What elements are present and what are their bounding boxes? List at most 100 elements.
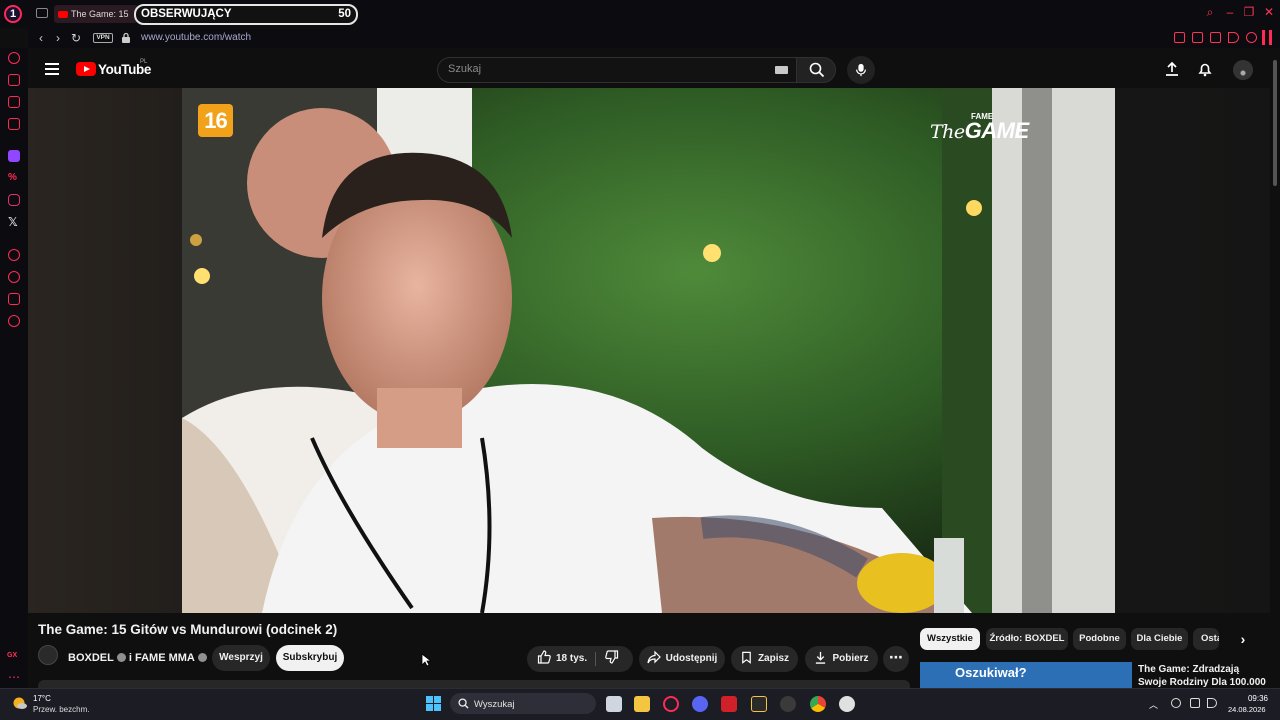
sidebar-more-icon[interactable]: ⋯	[8, 670, 20, 684]
back-icon[interactable]: ‹	[35, 31, 47, 45]
weather-description[interactable]: Przew. bezchm.	[33, 705, 89, 714]
like-divider	[595, 652, 596, 666]
search-tabs-icon[interactable]: ⌕	[1204, 6, 1216, 18]
clock-date[interactable]: 24.08.2026	[1228, 705, 1266, 714]
network-icon[interactable]	[1190, 698, 1200, 708]
youtube-logo-icon[interactable]	[76, 62, 96, 76]
discount-icon[interactable]: %	[8, 172, 17, 183]
notifications-bell-icon[interactable]	[1197, 61, 1213, 77]
the-game-overlay-logo: TheGAME	[930, 118, 1029, 143]
download-icon	[816, 651, 826, 664]
url-field[interactable]: www.youtube.com/watch	[141, 32, 251, 43]
browser-tab[interactable]: The Game: 15	[54, 5, 138, 23]
speed-dial-icon[interactable]	[8, 52, 20, 64]
microphone-icon	[856, 63, 866, 77]
tab-island-icon[interactable]	[36, 8, 48, 18]
restore-button[interactable]: ❐	[1243, 6, 1255, 18]
settings-gear-icon[interactable]	[8, 315, 20, 327]
voice-search-button[interactable]	[847, 56, 875, 84]
volume-icon[interactable]	[1207, 698, 1217, 708]
snapshot-icon[interactable]	[1192, 32, 1203, 43]
close-button[interactable]: ✕	[1263, 6, 1275, 18]
twitch-icon[interactable]	[8, 150, 20, 162]
video-frame[interactable]	[182, 88, 1115, 613]
history-icon[interactable]	[8, 271, 20, 283]
scrollbar-thumb[interactable]	[1273, 60, 1277, 186]
gx-corner-icon[interactable]	[8, 96, 20, 108]
red-app-icon[interactable]	[721, 696, 737, 712]
taskbar-search-box[interactable]	[450, 693, 596, 714]
description-box[interactable]	[38, 680, 910, 688]
extensions-icon[interactable]	[8, 293, 20, 305]
download-button[interactable]: Pobierz	[805, 646, 878, 672]
verified-badge-icon	[197, 653, 207, 662]
search-icon	[809, 62, 825, 78]
channel-avatar[interactable]	[38, 645, 58, 665]
subscribe-button[interactable]: Subskrybuj	[276, 645, 344, 671]
pin-icon[interactable]	[1174, 32, 1185, 43]
chevron-right-icon[interactable]: ›	[1236, 632, 1250, 646]
channel-connector: i	[128, 652, 132, 664]
taskbar-search-label: Wyszukaj	[474, 699, 515, 710]
file-explorer-icon[interactable]	[634, 696, 650, 712]
discord-icon[interactable]	[692, 696, 708, 712]
chrome-icon[interactable]	[810, 696, 826, 712]
search-button[interactable]	[796, 57, 836, 83]
menu-hamburger-icon[interactable]	[45, 63, 59, 75]
thumbs-down-icon	[605, 650, 619, 664]
video-scene-image	[182, 88, 1115, 613]
save-button[interactable]: Zapisz	[731, 646, 798, 672]
like-button[interactable]: 18 tys.	[537, 646, 587, 672]
channel-name-secondary[interactable]: FAME MMA	[135, 652, 195, 664]
chip-recent[interactable]: Ostat	[1193, 628, 1219, 650]
instagram-icon[interactable]	[8, 194, 20, 206]
vpn-badge[interactable]: VPN	[93, 33, 113, 43]
windows-start-icon[interactable]	[426, 696, 441, 711]
shield-icon[interactable]	[1210, 32, 1221, 43]
heart-icon[interactable]	[1246, 32, 1257, 43]
thumbs-up-icon	[537, 650, 551, 664]
weather-temperature[interactable]: 17°C	[33, 694, 51, 703]
account-avatar[interactable]	[1233, 60, 1253, 80]
task-view-icon[interactable]	[606, 696, 622, 712]
x-twitter-icon[interactable]: 𝕏	[8, 215, 18, 229]
channel-name-primary[interactable]: BOXDEL	[68, 652, 114, 664]
upload-icon[interactable]	[1164, 61, 1180, 77]
ball-app-icon[interactable]	[839, 696, 855, 712]
youtube-favicon-icon	[58, 11, 68, 19]
dislike-button[interactable]	[605, 646, 624, 672]
player-sidebar-icon[interactable]	[8, 249, 20, 261]
twitch-followers-widget[interactable]: OBSERWUJĄCY 50	[134, 4, 358, 25]
sidebar-accent-bar-2	[1269, 30, 1272, 45]
microphone-tray-icon[interactable]	[1171, 698, 1181, 708]
lock-icon[interactable]	[121, 32, 131, 43]
chip-similar[interactable]: Podobne	[1073, 628, 1126, 650]
keyboard-icon[interactable]	[775, 66, 788, 74]
news-icon[interactable]	[8, 118, 20, 130]
chip-for-you[interactable]: Dla Ciebie	[1131, 628, 1188, 650]
reload-icon[interactable]: ↻	[70, 31, 82, 45]
weather-sun-icon[interactable]	[12, 696, 28, 710]
video-title: The Game: 15 Gitów vs Mundurowi (odcinek…	[38, 622, 338, 637]
chip-source-boxdel[interactable]: Źródło: BOXDEL	[986, 628, 1068, 650]
minimize-button[interactable]: –	[1224, 6, 1236, 18]
channel-name[interactable]: BOXDEL i FAME MMA	[68, 652, 210, 664]
support-button[interactable]: Wesprzyj	[212, 645, 270, 671]
player-icon[interactable]	[1228, 32, 1239, 43]
chip-all[interactable]: Wszystkie	[920, 628, 980, 650]
yellow-app-icon[interactable]	[751, 696, 767, 712]
opera-gx-menu-icon[interactable]: 1	[4, 5, 22, 23]
tray-overflow-chevron-icon[interactable]: ︿	[1149, 698, 1158, 711]
clock-time[interactable]: 09:36	[1246, 694, 1268, 703]
share-button[interactable]: Udostępnij	[639, 646, 725, 672]
opera-gx-app-icon[interactable]	[663, 696, 679, 712]
age-rating-badge: 16	[198, 104, 233, 137]
tab-title: The Game: 15	[71, 9, 129, 19]
steam-icon[interactable]	[780, 696, 796, 712]
search-input[interactable]	[448, 63, 748, 75]
store-icon[interactable]	[8, 74, 20, 86]
bookmark-icon	[742, 651, 751, 664]
forward-icon[interactable]: ›	[52, 31, 64, 45]
more-actions-button[interactable]: ⋯	[883, 646, 909, 672]
gx-control-icon[interactable]: GX	[7, 652, 17, 659]
